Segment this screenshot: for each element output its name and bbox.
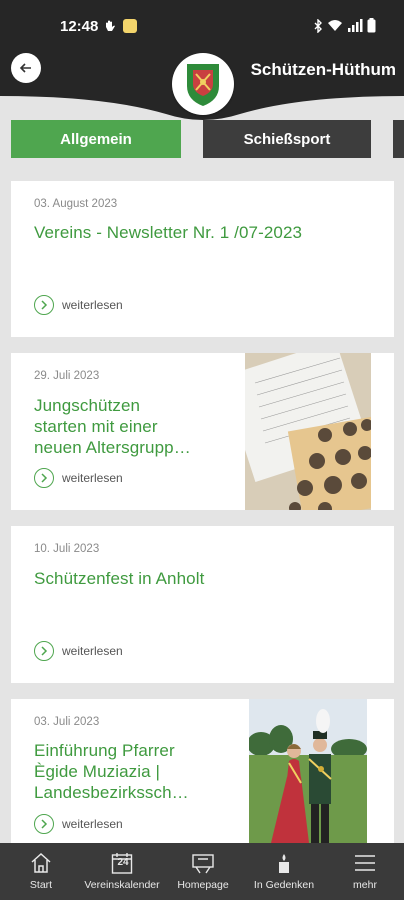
candle-icon [274,851,294,875]
nav-item-start[interactable]: Start [18,843,64,900]
article-title-line: Ègide Muziazia | [34,762,161,781]
status-time: 12:48 [60,18,99,35]
read-more-label: weiterlesen [62,298,123,312]
read-more-link[interactable]: weiterlesen [34,641,123,661]
nav-item-homepage[interactable]: Homepage [175,843,231,900]
nav-item-vereinskalender[interactable]: Vereinskalender [80,843,164,900]
article-title-line: Landesbezirkssch… [34,783,189,802]
article-title-line: Schützenfest in Anholt [34,569,205,588]
article-title-line: Vereins - Newsletter Nr. 1 /07-2023 [34,223,303,242]
article-thumbnail[interactable] [245,353,371,510]
chevron-right-icon [34,641,54,661]
tab-more-partial[interactable] [393,120,404,158]
chevron-right-icon [34,468,54,488]
signal-icon [348,19,363,32]
bottom-navigation: Start Vereinskalender Homepage In Gedenk… [0,843,404,900]
nav-label: Homepage [177,879,229,891]
club-crest-logo [187,64,219,106]
shooting-targets-photo [245,353,371,510]
homepage-icon [190,851,216,875]
battery-icon [367,18,376,33]
article-title[interactable]: Jungschützen starten mit einer neuen Alt… [34,395,191,458]
calendar-icon-number: 24 [117,857,129,868]
nav-label: mehr [353,879,377,891]
article-title[interactable]: Einführung Pfarrer Ègide Muziazia | Land… [34,740,189,803]
chevron-right-icon [34,814,54,834]
royal-couple-photo [249,699,367,843]
article-card[interactable]: 03. August 2023 Vereins - Newsletter Nr.… [11,181,394,337]
article-date: 10. Juli 2023 [34,543,100,555]
read-more-label: weiterlesen [62,644,123,658]
read-more-label: weiterlesen [62,471,123,485]
bluetooth-icon [314,18,322,33]
nav-label: Vereinskalender [84,879,160,891]
article-card[interactable]: 03. Juli 2023 Einführung Pfarrer Ègide M… [11,699,394,843]
page-title: Schützen-Hüthum [250,60,396,79]
tab-schiesssport[interactable]: Schießsport [203,120,371,158]
home-icon [29,851,53,875]
article-date: 03. Juli 2023 [34,716,100,728]
nav-item-in-gedenken[interactable]: In Gedenken [251,843,317,900]
back-button[interactable] [11,53,41,83]
nav-item-mehr[interactable]: mehr [348,843,382,900]
read-more-label: weiterlesen [62,817,123,831]
article-title-line: Jungschützen [34,396,141,415]
nav-label: Start [29,879,53,891]
status-bar: 12:48 [0,0,404,52]
nav-label: In Gedenken [253,879,315,891]
article-date: 29. Juli 2023 [34,370,100,382]
wifi-icon [328,20,342,31]
read-more-link[interactable]: weiterlesen [34,814,123,834]
article-date: 03. August 2023 [34,198,118,210]
article-title[interactable]: Schützenfest in Anholt [34,568,204,589]
article-title[interactable]: Vereins - Newsletter Nr. 1 /07-2023 [34,222,302,243]
article-title-line: neuen Altersgrupp… [34,438,191,457]
tab-allgemein[interactable]: Allgemein [11,120,181,158]
article-card[interactable]: 29. Juli 2023 Jungschützen starten mit e… [11,353,394,510]
status-right [313,18,376,33]
arrow-left-icon [19,63,31,73]
chevron-right-icon [34,295,54,315]
article-card[interactable]: 10. Juli 2023 Schützenfest in Anholt wei… [11,526,394,683]
notification-hand-icon [106,20,115,31]
article-title-line: Einführung Pfarrer [34,741,175,760]
read-more-link[interactable]: weiterlesen [34,468,123,488]
notification-app-icon [123,19,137,33]
menu-icon [353,851,377,875]
article-title-line: starten mit einer [34,417,158,436]
article-thumbnail[interactable] [249,699,367,843]
club-logo[interactable] [172,53,234,115]
read-more-link[interactable]: weiterlesen [34,295,123,315]
